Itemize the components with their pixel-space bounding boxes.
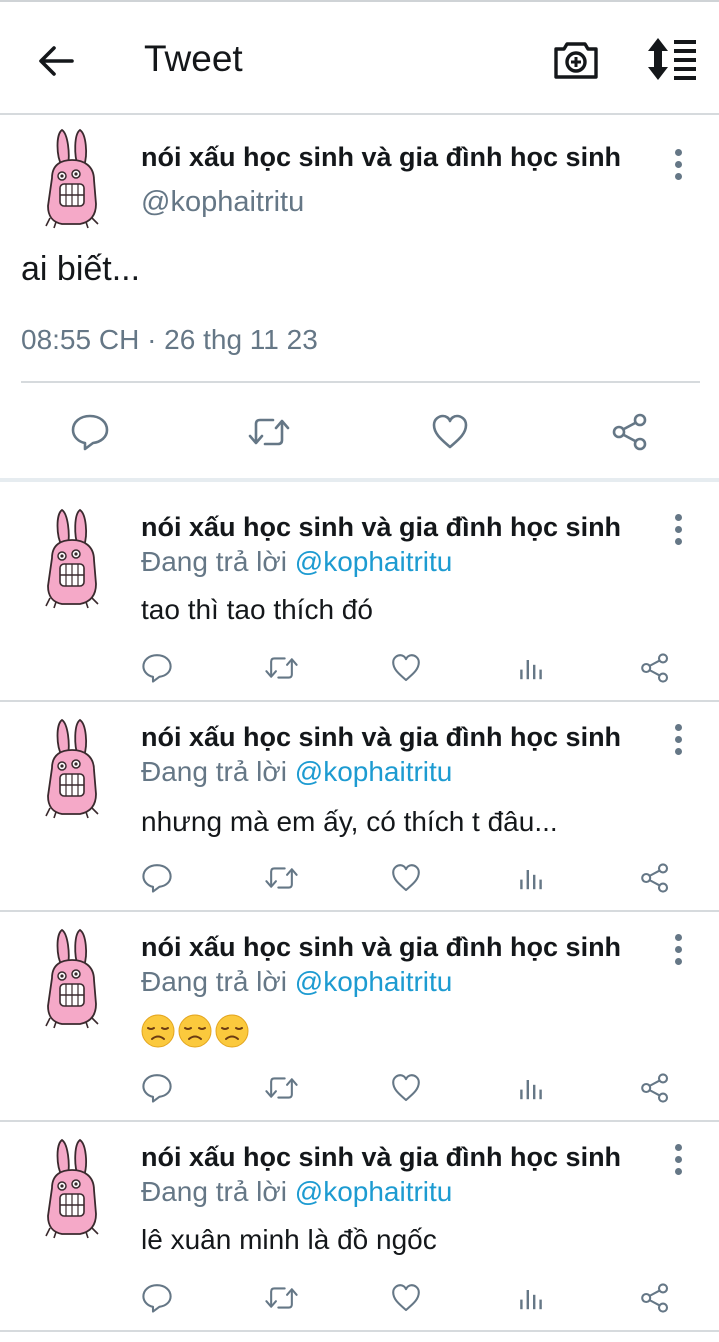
reply-prefix: Đang trả lời xyxy=(141,1176,287,1207)
more-options-icon[interactable] xyxy=(673,514,683,546)
mention-link[interactable]: @kophaitritu xyxy=(295,966,453,997)
reply-prefix: Đang trả lời xyxy=(141,546,287,577)
share-icon[interactable] xyxy=(639,862,671,894)
reply-context: Đang trả lời @kophaitritu xyxy=(141,756,452,788)
mention-link[interactable]: @kophaitritu xyxy=(295,1176,453,1207)
reply-author-name[interactable]: nói xấu học sinh và gia đình học sinh xyxy=(141,1142,661,1173)
retweet-icon[interactable] xyxy=(264,862,299,894)
reply-emoji-text xyxy=(141,1014,249,1048)
avatar[interactable] xyxy=(40,716,104,820)
stats-icon[interactable] xyxy=(515,862,547,894)
more-options-icon[interactable] xyxy=(673,149,683,181)
retweet-icon[interactable] xyxy=(264,1282,299,1314)
reply-author-name[interactable]: nói xấu học sinh và gia đình học sinh xyxy=(141,932,661,963)
avatar[interactable] xyxy=(40,506,104,610)
reply-icon[interactable] xyxy=(141,1282,173,1314)
retweet-icon[interactable] xyxy=(264,1072,299,1104)
more-options-icon[interactable] xyxy=(673,724,683,756)
mention-link[interactable]: @kophaitritu xyxy=(295,756,453,787)
camera-add-icon[interactable] xyxy=(553,38,599,80)
reply-context: Đang trả lời @kophaitritu xyxy=(141,966,452,998)
stats-icon[interactable] xyxy=(515,1072,547,1104)
tweet-text: ai biết... xyxy=(21,250,141,288)
app-bar-divider xyxy=(0,113,719,115)
sad-face-emoji-icon xyxy=(178,1014,212,1048)
reply-author-name[interactable]: nói xấu học sinh và gia đình học sinh xyxy=(141,722,661,753)
retweet-icon[interactable] xyxy=(247,412,291,452)
tweet-timestamp: 08:55 CH · 26 thg 11 23 xyxy=(21,324,318,355)
like-icon[interactable] xyxy=(430,412,470,452)
reply-icon[interactable] xyxy=(141,862,173,894)
share-icon[interactable] xyxy=(639,1282,671,1314)
avatar[interactable] xyxy=(40,926,104,1030)
like-icon[interactable] xyxy=(390,862,422,894)
sad-face-emoji-icon xyxy=(141,1014,175,1048)
reply-icon[interactable] xyxy=(141,1072,173,1104)
retweet-icon[interactable] xyxy=(264,652,299,684)
section-divider xyxy=(0,478,719,482)
stats-icon[interactable] xyxy=(515,1282,547,1314)
back-arrow-icon[interactable] xyxy=(36,40,78,82)
reply-author-name[interactable]: nói xấu học sinh và gia đình học sinh xyxy=(141,512,661,543)
share-icon[interactable] xyxy=(639,1072,671,1104)
more-options-icon[interactable] xyxy=(673,934,683,966)
sort-icon[interactable] xyxy=(646,36,698,82)
sad-face-emoji-icon xyxy=(215,1014,249,1048)
stats-icon[interactable] xyxy=(515,652,547,684)
share-icon[interactable] xyxy=(639,652,671,684)
share-icon[interactable] xyxy=(610,412,650,452)
app-bar: Tweet xyxy=(0,2,719,114)
like-icon[interactable] xyxy=(390,1282,422,1314)
reply-prefix: Đang trả lời xyxy=(141,756,287,787)
reply-divider xyxy=(0,910,719,912)
reply-text: lê xuân minh là đồ ngốc xyxy=(141,1224,437,1255)
reply-text: tao thì tao thích đó xyxy=(141,594,373,625)
reply-prefix: Đang trả lời xyxy=(141,966,287,997)
like-icon[interactable] xyxy=(390,1072,422,1104)
like-icon[interactable] xyxy=(390,652,422,684)
reply-text: nhưng mà em ấy, có thích t đâu... xyxy=(141,806,558,837)
author-handle[interactable]: @kophaitritu xyxy=(141,186,304,219)
author-name[interactable]: nói xấu học sinh và gia đình học sinh xyxy=(141,142,646,173)
reply-icon[interactable] xyxy=(141,652,173,684)
reply-divider xyxy=(0,1120,719,1122)
reply-divider xyxy=(0,700,719,702)
mention-link[interactable]: @kophaitritu xyxy=(295,546,453,577)
reply-icon[interactable] xyxy=(70,412,110,452)
page-title: Tweet xyxy=(144,38,243,79)
reply-context: Đang trả lời @kophaitritu xyxy=(141,1176,452,1208)
reply-divider xyxy=(0,1330,719,1332)
more-options-icon[interactable] xyxy=(673,1144,683,1176)
avatar[interactable] xyxy=(40,126,104,230)
avatar[interactable] xyxy=(40,1136,104,1240)
reply-context: Đang trả lời @kophaitritu xyxy=(141,546,452,578)
tweet-divider xyxy=(21,381,700,383)
